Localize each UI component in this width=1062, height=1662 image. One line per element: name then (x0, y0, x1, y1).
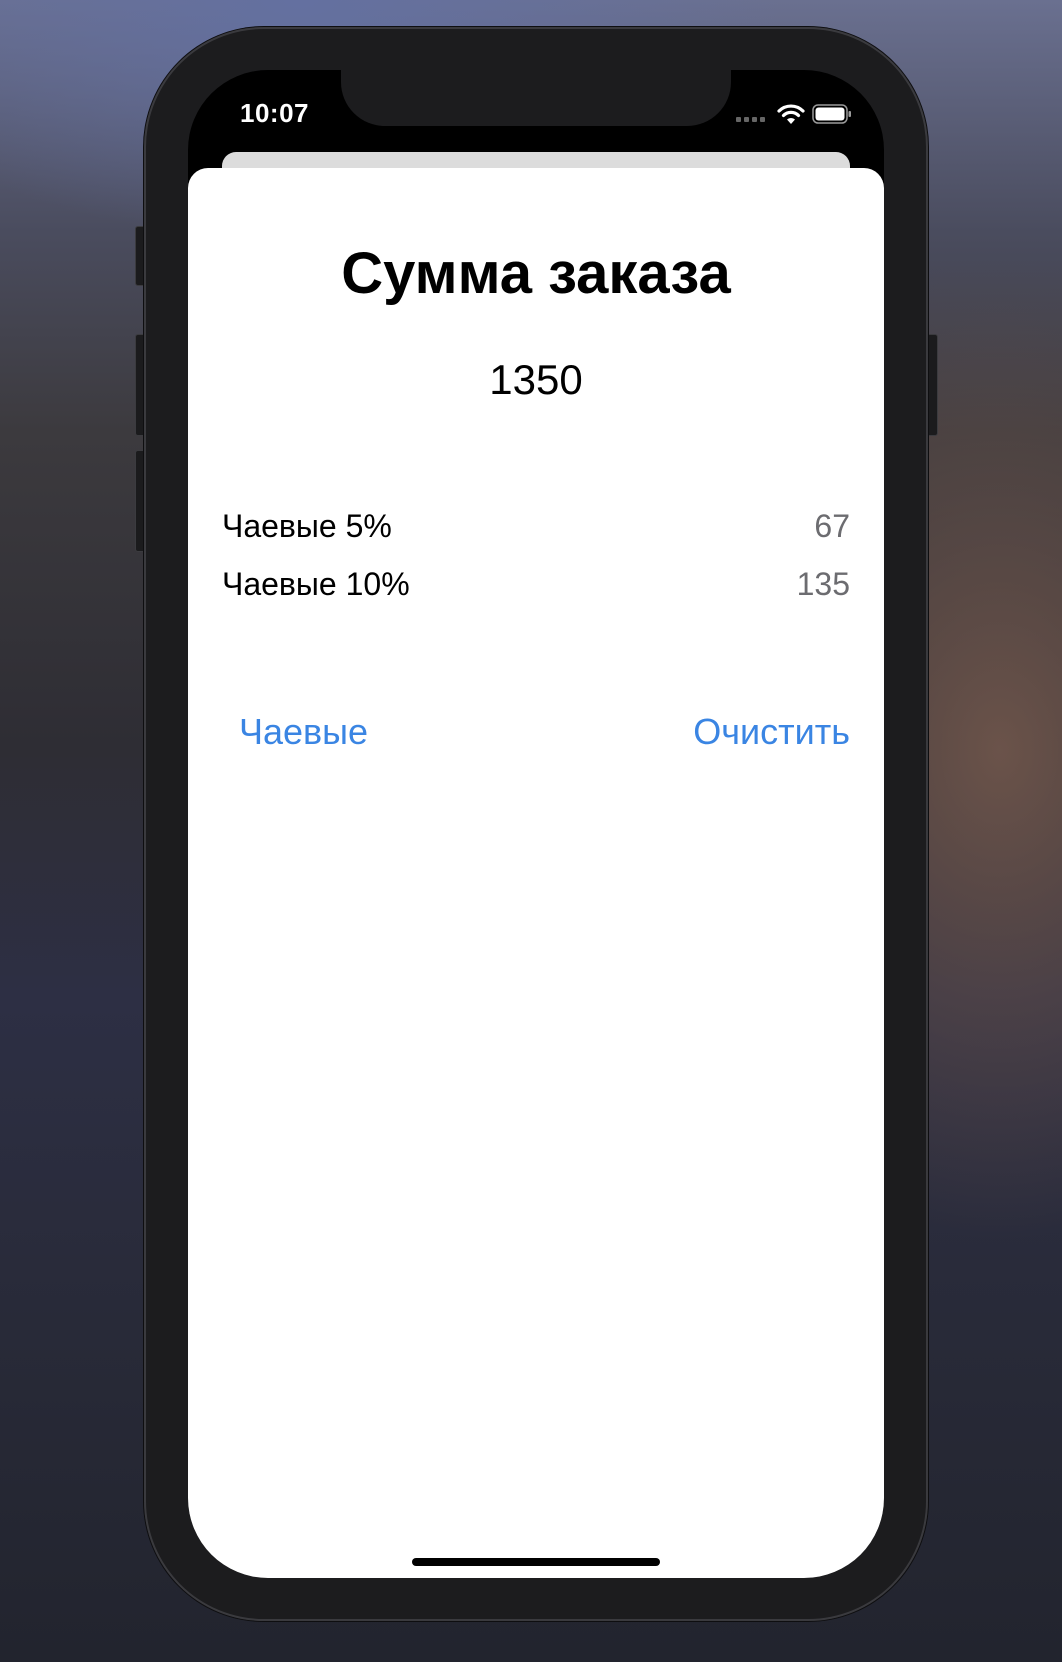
signal-icon (736, 117, 765, 122)
tip-row: Чаевые 5% 67 (222, 508, 850, 545)
tip-label: Чаевые 5% (222, 508, 392, 544)
tip-row: Чаевые 10% 135 (222, 566, 850, 603)
status-time: 10:07 (240, 98, 309, 128)
tip-value: 67 (814, 508, 850, 544)
notch (341, 70, 731, 126)
order-amount: 1350 (489, 356, 583, 403)
phone-screen: 10:07 Сумма заказа 1350 Чаевые 5% 67 Чае… (188, 70, 884, 1578)
tip-label: Чаевые 10% (222, 566, 410, 602)
tips-button[interactable]: Чаевые (239, 711, 368, 753)
page-title: Сумма заказа (341, 241, 731, 306)
wifi-icon (777, 104, 805, 124)
battery-icon (812, 104, 851, 124)
order-sheet: Сумма заказа 1350 Чаевые 5% 67 Чаевые 10… (188, 168, 884, 1578)
home-indicator[interactable] (412, 1558, 660, 1566)
clear-button[interactable]: Очистить (693, 711, 850, 753)
tip-value: 135 (796, 566, 850, 602)
